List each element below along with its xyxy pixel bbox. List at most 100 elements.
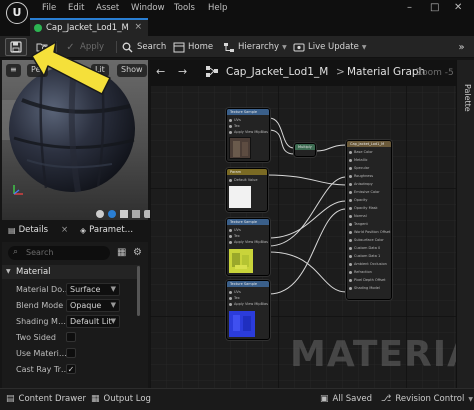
apply-icon: ✓ [66, 41, 75, 53]
node-pin[interactable]: Specular [349, 166, 369, 170]
toolbar-overflow-button[interactable]: » [455, 39, 468, 55]
node-pin[interactable]: UVs [229, 118, 241, 122]
material-section-header[interactable]: ▼ Material [2, 265, 140, 279]
node-pin[interactable]: Subsurface Color [349, 238, 384, 242]
node-pin[interactable]: Ambient Occlusion [349, 262, 387, 266]
node-pin[interactable]: Opacity Mask [349, 206, 378, 210]
node-pin[interactable]: World Position Offset [349, 230, 390, 234]
node-pin[interactable]: Refraction [349, 270, 372, 274]
node-pin[interactable]: Opacity [349, 198, 367, 202]
unreal-logo-icon[interactable]: U [6, 2, 28, 24]
multiply-node[interactable]: Multiply [294, 143, 316, 157]
texture-sample-node-1[interactable]: Texture Sample UVs Tex Apply View MipBia… [226, 108, 270, 162]
chevron-down-icon: ▼ [110, 285, 116, 293]
menu-help[interactable]: Help [208, 3, 227, 13]
home-button[interactable]: Home [172, 39, 213, 55]
shading-model-dropdown[interactable]: Default Lit ▼ [66, 315, 120, 328]
hierarchy-button[interactable]: Hierarchy ▼ [222, 39, 287, 55]
details-search-input[interactable]: ⌕ Search [8, 246, 110, 260]
material-domain-dropdown[interactable]: Surface ▼ [66, 283, 120, 296]
save-icon [10, 41, 22, 53]
back-arrow-icon[interactable]: ← [156, 65, 165, 78]
details-scrollbar[interactable] [137, 266, 140, 316]
save-button[interactable] [5, 38, 27, 56]
node-pin[interactable]: UVs [229, 228, 241, 232]
node-pin[interactable]: UVs [229, 290, 241, 294]
all-saved-button[interactable]: ▣ All Saved [320, 394, 372, 404]
node-pin[interactable]: Metallic [349, 158, 368, 162]
node-pin[interactable]: Default Value [229, 178, 258, 182]
browse-button[interactable] [36, 39, 49, 55]
tab-parameters[interactable]: ◈ Paramet… [80, 225, 133, 235]
graph-type-icon [205, 65, 219, 80]
menu-file[interactable]: File [42, 3, 56, 13]
main-material-node[interactable]: Cap_Jacket_Lod1_M Base Color Metallic Sp… [346, 140, 392, 300]
texture-sample-node-3[interactable]: Texture Sample UVs Tex Apply View MipBia… [226, 280, 270, 340]
cube-icon[interactable] [132, 210, 140, 218]
sphere-icon[interactable] [108, 210, 116, 218]
home-label: Home [188, 42, 214, 52]
texture-preview [229, 137, 251, 159]
menu-asset[interactable]: Asset [96, 3, 119, 13]
property-label: Shading M… [16, 317, 66, 326]
cast-ray-traced-shadows-checkbox[interactable]: ✓ [66, 364, 76, 374]
breadcrumb-graph[interactable]: Material Graph [347, 66, 425, 78]
minimize-button[interactable]: – [407, 2, 412, 13]
search-icon [121, 41, 134, 54]
node-pin[interactable]: Apply View MipBias [229, 240, 268, 244]
node-pin[interactable]: Custom Data 1 [349, 254, 380, 258]
cylinder-icon[interactable] [96, 210, 104, 218]
viewport-menu-button[interactable]: ≡ [6, 64, 21, 77]
node-pin[interactable]: Apply View MipBias [229, 130, 268, 134]
chevron-down-icon: ▼ [361, 43, 367, 51]
blend-mode-dropdown[interactable]: Opaque ▼ [66, 299, 120, 312]
close-tab-icon[interactable]: × [134, 22, 142, 32]
node-pin[interactable]: Pixel Depth Offset [349, 278, 386, 282]
node-title: Param [227, 169, 267, 175]
breadcrumb-asset[interactable]: Cap_Jacket_Lod1_M [226, 66, 328, 78]
show-button[interactable]: Show [117, 64, 147, 77]
node-pin[interactable]: Anisotropy [349, 182, 373, 186]
lit-button[interactable]: Lit [91, 64, 109, 77]
node-pin[interactable]: Tex [229, 124, 240, 128]
node-pin[interactable]: Base Color [349, 150, 373, 154]
node-pin[interactable]: Emissive Color [349, 190, 380, 194]
content-drawer-button[interactable]: ▤ Content Drawer [6, 394, 86, 404]
apply-button[interactable]: ✓ Apply [64, 39, 104, 55]
two-sided-checkbox[interactable] [66, 332, 76, 342]
property-label: Two Sided [16, 333, 56, 342]
node-pin[interactable]: Custom Data 0 [349, 246, 380, 250]
revision-control-button[interactable]: ⎇ Revision Control ▼ [381, 394, 473, 404]
search-button[interactable]: Search [121, 39, 166, 55]
output-log-button[interactable]: ▦ Output Log [91, 394, 151, 404]
forward-arrow-icon[interactable]: → [178, 65, 187, 78]
palette-tab[interactable]: Palette [458, 84, 472, 112]
scalar-param-node[interactable]: Param Default Value [226, 168, 268, 212]
node-pin[interactable]: Shading Model [349, 286, 380, 290]
node-pin[interactable]: Roughness [349, 174, 373, 178]
texture-sample-node-2[interactable]: Texture Sample UVs Tex Apply View MipBia… [226, 218, 270, 276]
node-pin[interactable]: Tex [229, 234, 240, 238]
node-pin[interactable]: Tangent [349, 222, 368, 226]
node-pin[interactable]: Normal [349, 214, 367, 218]
perspective-button[interactable]: Per [27, 64, 48, 77]
table-view-icon[interactable]: ▦ [117, 247, 126, 258]
settings-gear-icon[interactable]: ⚙ [133, 247, 142, 258]
search-label: Search [137, 42, 167, 52]
chevron-down-icon: ▼ [110, 317, 116, 325]
tab-details[interactable]: ▤ Details × [8, 225, 68, 235]
menu-window[interactable]: Window [131, 3, 165, 13]
node-pin[interactable]: Tex [229, 296, 240, 300]
dropdown-value: Default Lit [70, 317, 112, 326]
menu-tools[interactable]: Tools [174, 3, 195, 13]
node-pin[interactable]: Apply View MipBias [229, 302, 268, 306]
live-update-button[interactable]: Live Update ▼ [292, 39, 366, 55]
plane-icon[interactable] [120, 210, 128, 218]
all-saved-label: All Saved [332, 394, 373, 404]
close-window-button[interactable]: ✕ [454, 2, 462, 13]
menu-edit[interactable]: Edit [68, 3, 84, 13]
maximize-button[interactable]: □ [430, 2, 439, 13]
document-tab[interactable]: Cap_Jacket_Lod1_M × [30, 18, 148, 36]
close-icon[interactable]: × [61, 225, 68, 235]
use-material-attributes-checkbox[interactable] [66, 348, 76, 358]
